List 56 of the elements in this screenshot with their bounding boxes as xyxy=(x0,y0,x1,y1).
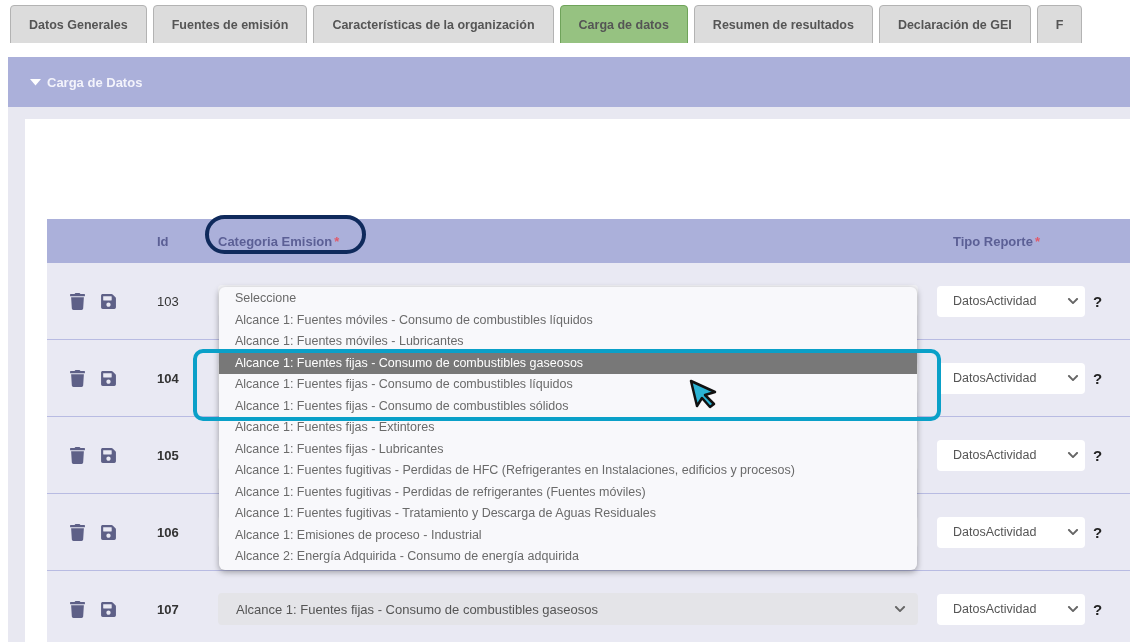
chevron-icon xyxy=(1067,295,1079,307)
dropdown-option[interactable]: Alcance 1: Fuentes fugitivas - Tratamiento y Descarga de Aguas Residuales xyxy=(219,503,917,525)
id-cell-text: 104 xyxy=(156,370,180,386)
save-icon[interactable] xyxy=(100,600,117,618)
report-type-select[interactable]: DatosActividad xyxy=(937,439,1085,471)
trash-icon[interactable] xyxy=(69,600,86,618)
report-type-select[interactable]: DatosActividad xyxy=(937,285,1085,317)
dropdown-option[interactable]: Alcance 1: Fuentes móviles - Lubricantes xyxy=(219,331,917,353)
save-icon[interactable] xyxy=(100,523,117,541)
report-type-select[interactable]: DatosActividad xyxy=(937,516,1085,548)
report-type-select[interactable]: DatosActividad xyxy=(937,593,1085,625)
dropdown-option[interactable]: Seleccione xyxy=(219,288,917,310)
required-mark: * xyxy=(1034,233,1040,249)
chevron-icon xyxy=(1067,372,1079,384)
help-icon[interactable]: ? xyxy=(1093,292,1103,310)
dropdown-option[interactable]: Alcance 1: Fuentes móviles - Consumo de combustibles líquidos xyxy=(219,309,917,331)
help-icon[interactable]: ? xyxy=(1093,369,1103,387)
dropdown-option[interactable]: Alcance 1: Fuentes fugitivas - Perdidas de HFC (Refrigerantes en Instalaciones, edificios y procesos) xyxy=(219,460,917,482)
id-cell-text: 107 xyxy=(156,601,180,617)
column-header: Categoria Emision xyxy=(218,233,333,249)
dropdown-option[interactable]: Alcance 1: Fuentes fijas - Consumo de combustibles gaseosos xyxy=(219,352,917,374)
help-icon[interactable]: ? xyxy=(1093,600,1103,618)
dropdown-option[interactable]: Alcance 2: Energía Adquirida - Consumo de energía adquirida xyxy=(219,546,917,568)
save-icon[interactable] xyxy=(100,292,117,310)
tab[interactable]: Características de la organización xyxy=(313,5,554,43)
dropdown-option[interactable]: Alcance 1: Fuentes fijas - Consumo de combustibles líquidos xyxy=(219,374,917,396)
tab[interactable]: Datos Generales xyxy=(10,5,147,43)
required-mark: * xyxy=(334,233,340,249)
tab[interactable]: Resumen de resultados xyxy=(693,5,873,43)
chevron-icon xyxy=(894,603,906,615)
column-header: Id xyxy=(157,233,169,249)
tab[interactable]: Carga de datos xyxy=(559,5,688,43)
trash-icon[interactable] xyxy=(69,369,86,387)
save-icon[interactable] xyxy=(100,369,117,387)
chevron-icon xyxy=(1067,603,1079,615)
save-icon[interactable] xyxy=(100,446,117,464)
chevron-icon xyxy=(1067,526,1079,538)
dropdown-option[interactable]: Alcance 1: Fuentes fijas - Extintores xyxy=(219,417,917,439)
id-cell-text: 105 xyxy=(156,447,180,463)
help-icon[interactable]: ? xyxy=(1093,523,1103,541)
id-cell-text: 103 xyxy=(156,293,180,309)
column-header: Tipo Reporte xyxy=(953,233,1033,249)
category-select[interactable]: Alcance 1: Fuentes fijas - Consumo de combustibles gaseosos xyxy=(218,593,918,625)
trash-icon[interactable] xyxy=(69,523,86,541)
tab[interactable]: Fuentes de emisión xyxy=(152,5,308,43)
dropdown-option[interactable]: Alcance 1: Fuentes fijas - Lubricantes xyxy=(219,438,917,460)
trash-icon[interactable] xyxy=(69,446,86,464)
dropdown-option[interactable]: Alcance 1: Emisiones de proceso - Industrial xyxy=(219,524,917,546)
panel-title: Carga de Datos xyxy=(47,74,143,90)
help-icon[interactable]: ? xyxy=(1093,446,1103,464)
id-cell-text: 106 xyxy=(156,524,180,540)
trash-icon[interactable] xyxy=(69,292,86,310)
dropdown-option[interactable]: Alcance 1: Fuentes fugitivas - Perdidas de refrigerantes (Fuentes móviles) xyxy=(219,481,917,503)
chevron-icon xyxy=(1067,449,1079,461)
tab[interactable]: F xyxy=(1036,5,1083,43)
tab[interactable]: Declaración de GEI xyxy=(878,5,1031,43)
